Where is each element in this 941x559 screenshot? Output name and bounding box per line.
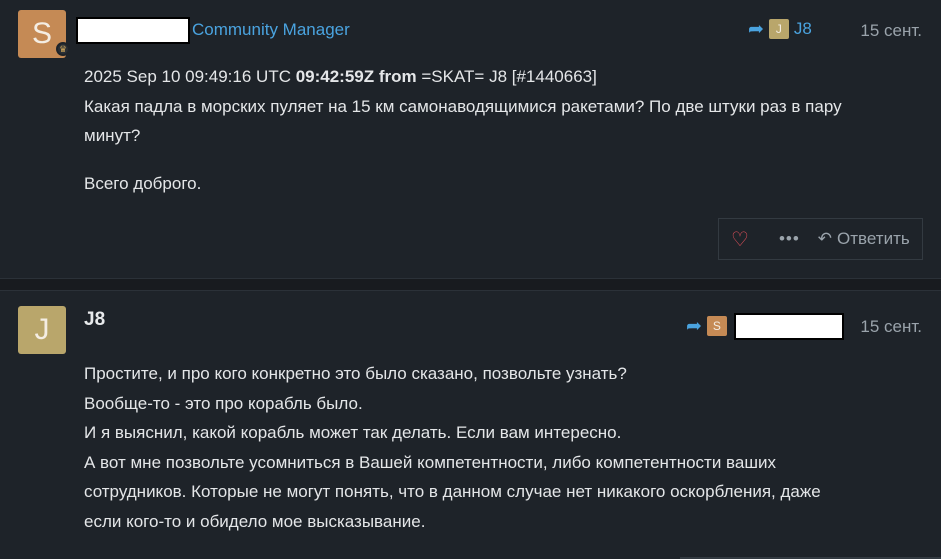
- header-bold: 09:42:59Z from: [295, 67, 417, 86]
- post-signoff: Всего доброго.: [84, 173, 202, 193]
- avatar-letter: S: [31, 17, 52, 50]
- redacted-author-name: [76, 17, 190, 44]
- shield-badge-icon: ♛: [56, 42, 70, 56]
- author-name[interactable]: J8: [84, 309, 105, 331]
- post-message-1: S ♛ Community Manager ➦ J J8 15 сент. 20…: [0, 0, 941, 278]
- forum-thread: S ♛ Community Manager ➦ J J8 15 сент. 20…: [0, 0, 941, 559]
- heart-icon[interactable]: ♡: [731, 227, 749, 252]
- post-text-line: А вот мне позвольте усомниться в Вашей к…: [84, 452, 776, 472]
- share-arrow-icon: ➦: [748, 18, 764, 40]
- share-arrow-icon: ➦: [686, 315, 702, 337]
- post-text-line: минут?: [84, 126, 141, 145]
- post-text-line: Какая падла в морских пуляет на 15 км са…: [84, 96, 842, 116]
- header-rest: =SKAT= J8 [#1440663]: [416, 67, 597, 86]
- author-avatar[interactable]: J: [18, 306, 66, 354]
- post-body: Простите, и про кого конкретно это было …: [84, 359, 924, 536]
- reply-label: Ответить: [837, 229, 910, 248]
- post-text-line: И я выяснил, какой корабль может так дел…: [84, 423, 622, 442]
- reply-to-link[interactable]: ➦ S: [686, 316, 727, 336]
- post-text-line: сотрудников. Которые не могут понять, чт…: [84, 482, 821, 501]
- author-avatar[interactable]: S ♛: [18, 10, 70, 58]
- reply-button[interactable]: ↶ Ответить: [818, 229, 910, 249]
- post-separator: [0, 278, 941, 291]
- post-body: 2025 Sep 10 09:49:16 UTC 09:42:59Z from …: [84, 62, 924, 198]
- reply-to-link[interactable]: ➦ J J8: [748, 19, 812, 39]
- quote-header-line: 2025 Sep 10 09:49:16 UTC 09:42:59Z from …: [84, 62, 924, 92]
- post-text-line: если кого-то и обидело мое высказывание.: [84, 511, 426, 531]
- post-date[interactable]: 15 сент.: [860, 317, 922, 337]
- post-date[interactable]: 15 сент.: [860, 21, 922, 41]
- reply-to-avatar: S: [706, 316, 727, 336]
- post-text-line: Вообще-то - это про корабль было.: [84, 393, 363, 413]
- header-plain: 2025 Sep 10 09:49:16 UTC: [84, 67, 296, 86]
- reply-icon: ↶: [817, 229, 833, 248]
- avatar-letter: J: [34, 313, 50, 346]
- author-role: Community Manager: [192, 20, 350, 39]
- post-actions: ♡ ••• ↶ Ответить: [718, 218, 923, 260]
- reply-to-name: J8: [793, 19, 812, 38]
- redacted-reply-to-name: [734, 313, 844, 340]
- reply-to-avatar: J: [768, 19, 789, 39]
- post-text-line: Простите, и про кого конкретно это было …: [84, 364, 627, 383]
- ellipsis-icon[interactable]: •••: [779, 229, 800, 249]
- post-message-2: J J8 ➦ S 15 сент. Простите, и про кого к…: [0, 291, 941, 559]
